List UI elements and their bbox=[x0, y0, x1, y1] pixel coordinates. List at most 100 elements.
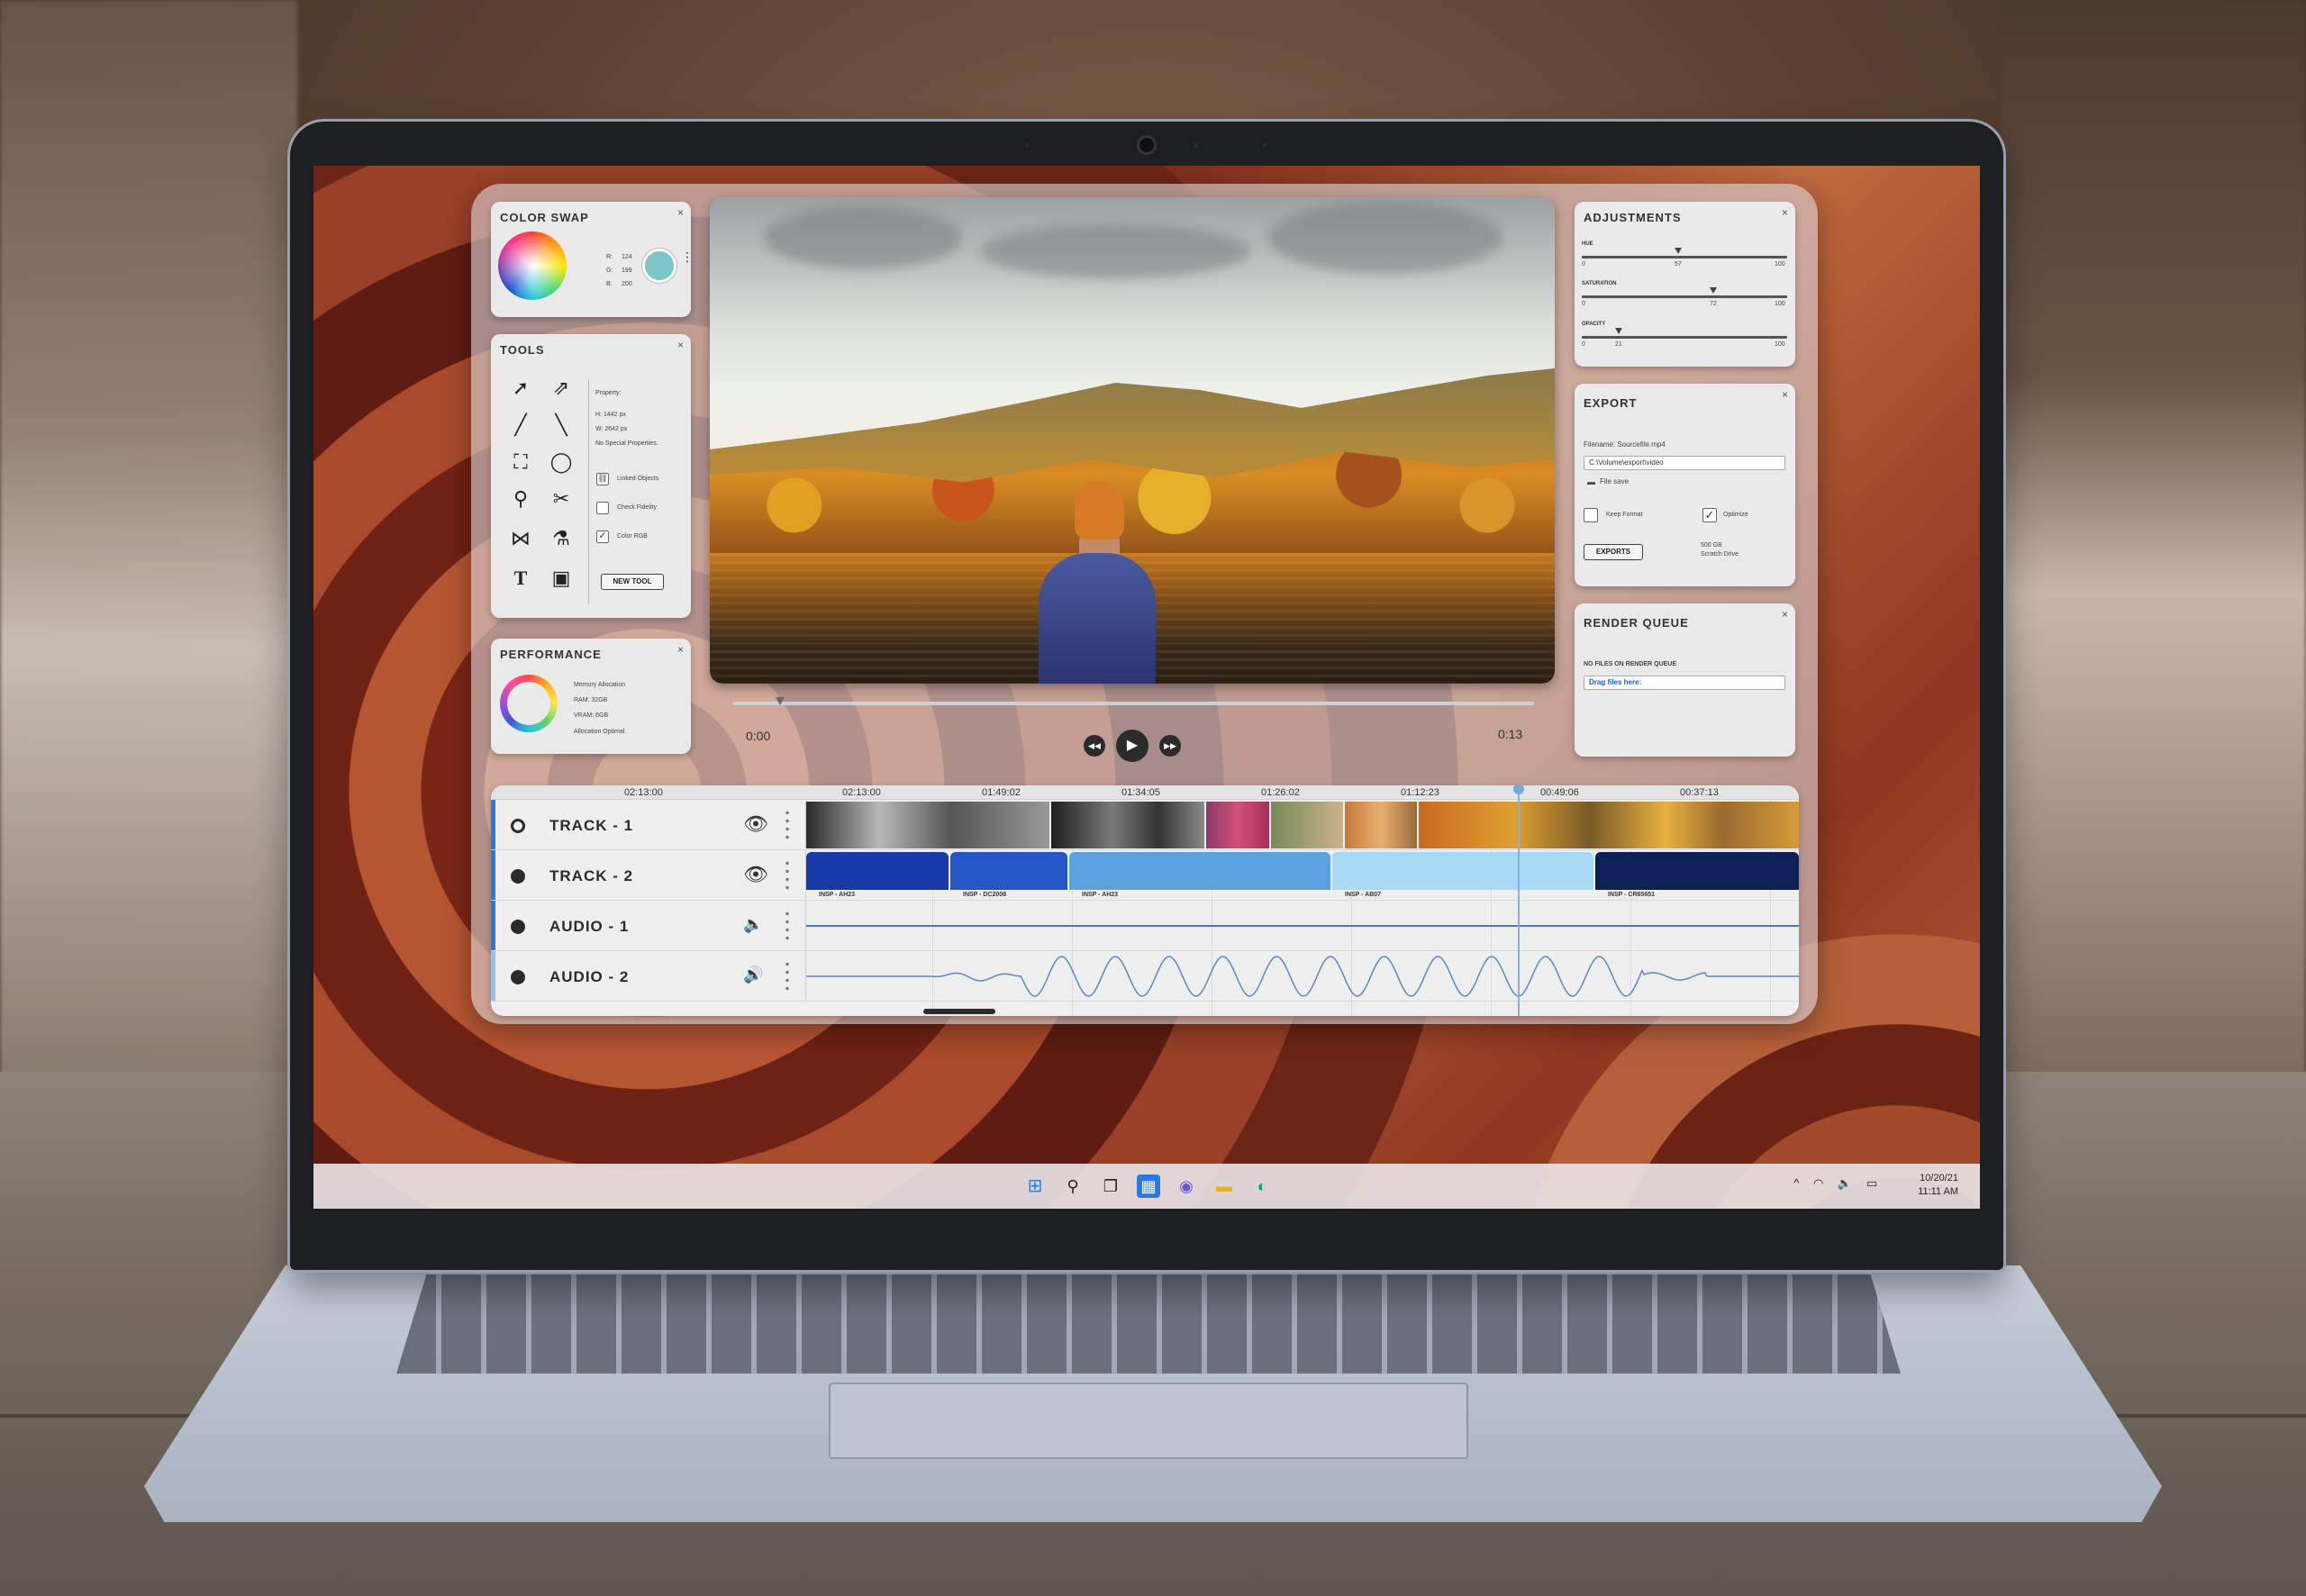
track-name: AUDIO - 2 bbox=[549, 968, 630, 985]
video-clip[interactable] bbox=[950, 852, 1067, 890]
taskbar-clock[interactable]: 10/20/21 11:11 AM bbox=[1918, 1172, 1958, 1199]
arrow-icon[interactable]: ➚ bbox=[507, 375, 534, 402]
text-icon[interactable]: T bbox=[507, 565, 534, 592]
drag-handle-icon[interactable] bbox=[785, 859, 789, 892]
opacity-slider-handle[interactable] bbox=[1615, 328, 1622, 334]
playback-scrubber[interactable] bbox=[732, 702, 1534, 705]
color-swatch[interactable] bbox=[642, 249, 676, 283]
file-explorer-icon[interactable]: ▬ bbox=[1212, 1174, 1236, 1198]
track-header: TRACK - 2 👁 bbox=[491, 850, 806, 900]
hue-slider-handle[interactable] bbox=[1675, 248, 1682, 254]
new-tool-button[interactable]: NEW TOOL bbox=[601, 574, 664, 590]
video-clip[interactable] bbox=[1051, 802, 1204, 848]
saturation-slider-handle[interactable] bbox=[1710, 287, 1717, 294]
record-toggle-icon[interactable] bbox=[511, 819, 525, 833]
track-row[interactable]: AUDIO - 1 🔈 bbox=[491, 901, 1799, 951]
color-swap-panel: COLOR SWAP × R: 124 G: 199 B: 200 ⋮ bbox=[491, 202, 694, 317]
track-row[interactable]: TRACK - 1 👁 bbox=[491, 800, 1799, 850]
video-clip[interactable] bbox=[1345, 802, 1417, 848]
drag-handle-icon[interactable] bbox=[785, 910, 789, 942]
crop-icon[interactable]: ⛶ bbox=[507, 449, 534, 476]
speaker-icon[interactable]: 🔈 bbox=[743, 915, 763, 934]
video-clip[interactable] bbox=[1069, 852, 1330, 890]
close-icon[interactable]: × bbox=[1782, 206, 1788, 219]
eye-icon[interactable]: 👁 bbox=[743, 812, 768, 836]
desktop-screen: COLOR SWAP × R: 124 G: 199 B: 200 ⋮ TOOL… bbox=[313, 166, 1980, 1209]
audio-waveform-path bbox=[806, 956, 1799, 997]
edge-browser-icon[interactable]: ◐ bbox=[1250, 1174, 1274, 1198]
timeline-scrollbar[interactable] bbox=[923, 1009, 995, 1014]
teams-chat-icon[interactable]: ◉ bbox=[1175, 1174, 1198, 1198]
hue-slider[interactable] bbox=[1582, 256, 1787, 258]
close-icon[interactable]: × bbox=[1782, 608, 1788, 621]
widgets-icon[interactable]: ▦ bbox=[1137, 1174, 1160, 1198]
close-icon[interactable]: × bbox=[1782, 388, 1788, 401]
drag-handle-icon[interactable] bbox=[785, 960, 789, 993]
allocation-status: Allocation Optimal. bbox=[574, 729, 627, 735]
keep-format-checkbox[interactable] bbox=[1584, 508, 1598, 522]
brush-icon[interactable]: ╱ bbox=[507, 412, 534, 439]
close-icon[interactable]: × bbox=[677, 206, 684, 219]
windows-start-icon[interactable]: ⊞ bbox=[1023, 1174, 1047, 1198]
sensor-dot bbox=[1194, 143, 1198, 148]
more-options-icon[interactable]: ⋮ bbox=[681, 250, 694, 263]
record-toggle-icon[interactable] bbox=[511, 920, 525, 934]
track-lane[interactable] bbox=[806, 901, 1799, 950]
play-button[interactable]: ▶ bbox=[1116, 730, 1148, 762]
close-icon[interactable]: × bbox=[677, 643, 684, 656]
scrubber-handle[interactable] bbox=[776, 697, 785, 705]
sensor-dot bbox=[1263, 143, 1267, 148]
video-clip[interactable] bbox=[1419, 802, 1799, 848]
track-lane[interactable]: INSP - AH23 INSP - DC2008 INSP - AH23 IN… bbox=[806, 850, 1799, 900]
opacity-slider[interactable] bbox=[1582, 336, 1787, 339]
magnifier-icon[interactable]: ⚲ bbox=[507, 485, 534, 512]
rewind-button[interactable]: ◀◀ bbox=[1084, 735, 1105, 757]
export-path-input[interactable]: C:\Volume\export\video bbox=[1584, 456, 1785, 470]
playhead[interactable] bbox=[1518, 785, 1520, 1016]
track-lane[interactable] bbox=[806, 951, 1799, 1001]
flip-icon[interactable]: ⋈ bbox=[507, 525, 534, 552]
search-icon[interactable]: ⚲ bbox=[1061, 1174, 1085, 1198]
color-rgb-checkbox[interactable]: ✓ bbox=[596, 530, 609, 543]
gradient-icon[interactable]: ▣ bbox=[548, 565, 575, 592]
r-value: 124 bbox=[622, 254, 632, 260]
drop-zone[interactable]: Drag files here: bbox=[1584, 676, 1785, 690]
background-room-left bbox=[0, 0, 297, 1081]
video-clip[interactable] bbox=[1206, 802, 1269, 848]
memory-label: Memory Allocation bbox=[574, 682, 626, 688]
close-icon[interactable]: × bbox=[677, 339, 684, 351]
ruler-tick: 02:13:00 bbox=[842, 787, 881, 798]
track-lane[interactable] bbox=[806, 800, 1799, 849]
eye-icon[interactable]: 👁 bbox=[743, 863, 768, 886]
panel-title: COLOR SWAP bbox=[500, 211, 589, 224]
video-clip[interactable] bbox=[1271, 802, 1343, 848]
saturation-slider[interactable] bbox=[1582, 295, 1787, 298]
video-preview[interactable] bbox=[710, 197, 1555, 684]
record-toggle-icon[interactable] bbox=[511, 869, 525, 884]
lasso-icon[interactable]: ◯ bbox=[548, 449, 575, 476]
track-row[interactable]: AUDIO - 2 🔊 bbox=[491, 951, 1799, 1002]
optimize-checkbox[interactable]: ✓ bbox=[1702, 508, 1717, 522]
system-tray[interactable]: ^ ◠ 🔈 ▭ bbox=[1793, 1176, 1883, 1191]
eyedropper-icon[interactable]: ⚗ bbox=[548, 525, 575, 552]
record-toggle-icon[interactable] bbox=[511, 970, 525, 984]
video-clip[interactable] bbox=[806, 802, 1049, 848]
webcam bbox=[1137, 135, 1157, 155]
task-view-icon[interactable]: ❐ bbox=[1099, 1174, 1122, 1198]
pen-icon[interactable]: ╲ bbox=[548, 412, 575, 439]
export-button[interactable]: EXPORTS bbox=[1584, 544, 1643, 560]
arrow-outline-icon[interactable]: ⇗ bbox=[548, 375, 575, 402]
drag-handle-icon[interactable] bbox=[785, 809, 789, 841]
speaker-loud-icon[interactable]: 🔊 bbox=[743, 966, 763, 984]
link-icon[interactable]: ⛓ bbox=[596, 473, 609, 485]
video-clip[interactable] bbox=[806, 852, 949, 890]
folder-icon[interactable]: ▬ bbox=[1587, 477, 1595, 486]
track-row[interactable]: TRACK - 2 👁 INSP - AH23 INSP - DC2008 IN… bbox=[491, 850, 1799, 901]
video-editor-window: COLOR SWAP × R: 124 G: 199 B: 200 ⋮ TOOL… bbox=[471, 184, 1818, 1024]
check-fidelity-checkbox[interactable] bbox=[596, 502, 609, 514]
forward-button[interactable]: ▶▶ bbox=[1159, 735, 1181, 757]
video-clip[interactable] bbox=[1595, 852, 1799, 890]
video-clip[interactable] bbox=[1332, 852, 1593, 890]
scissors-icon[interactable]: ✂ bbox=[548, 485, 575, 512]
color-wheel[interactable] bbox=[498, 231, 567, 300]
